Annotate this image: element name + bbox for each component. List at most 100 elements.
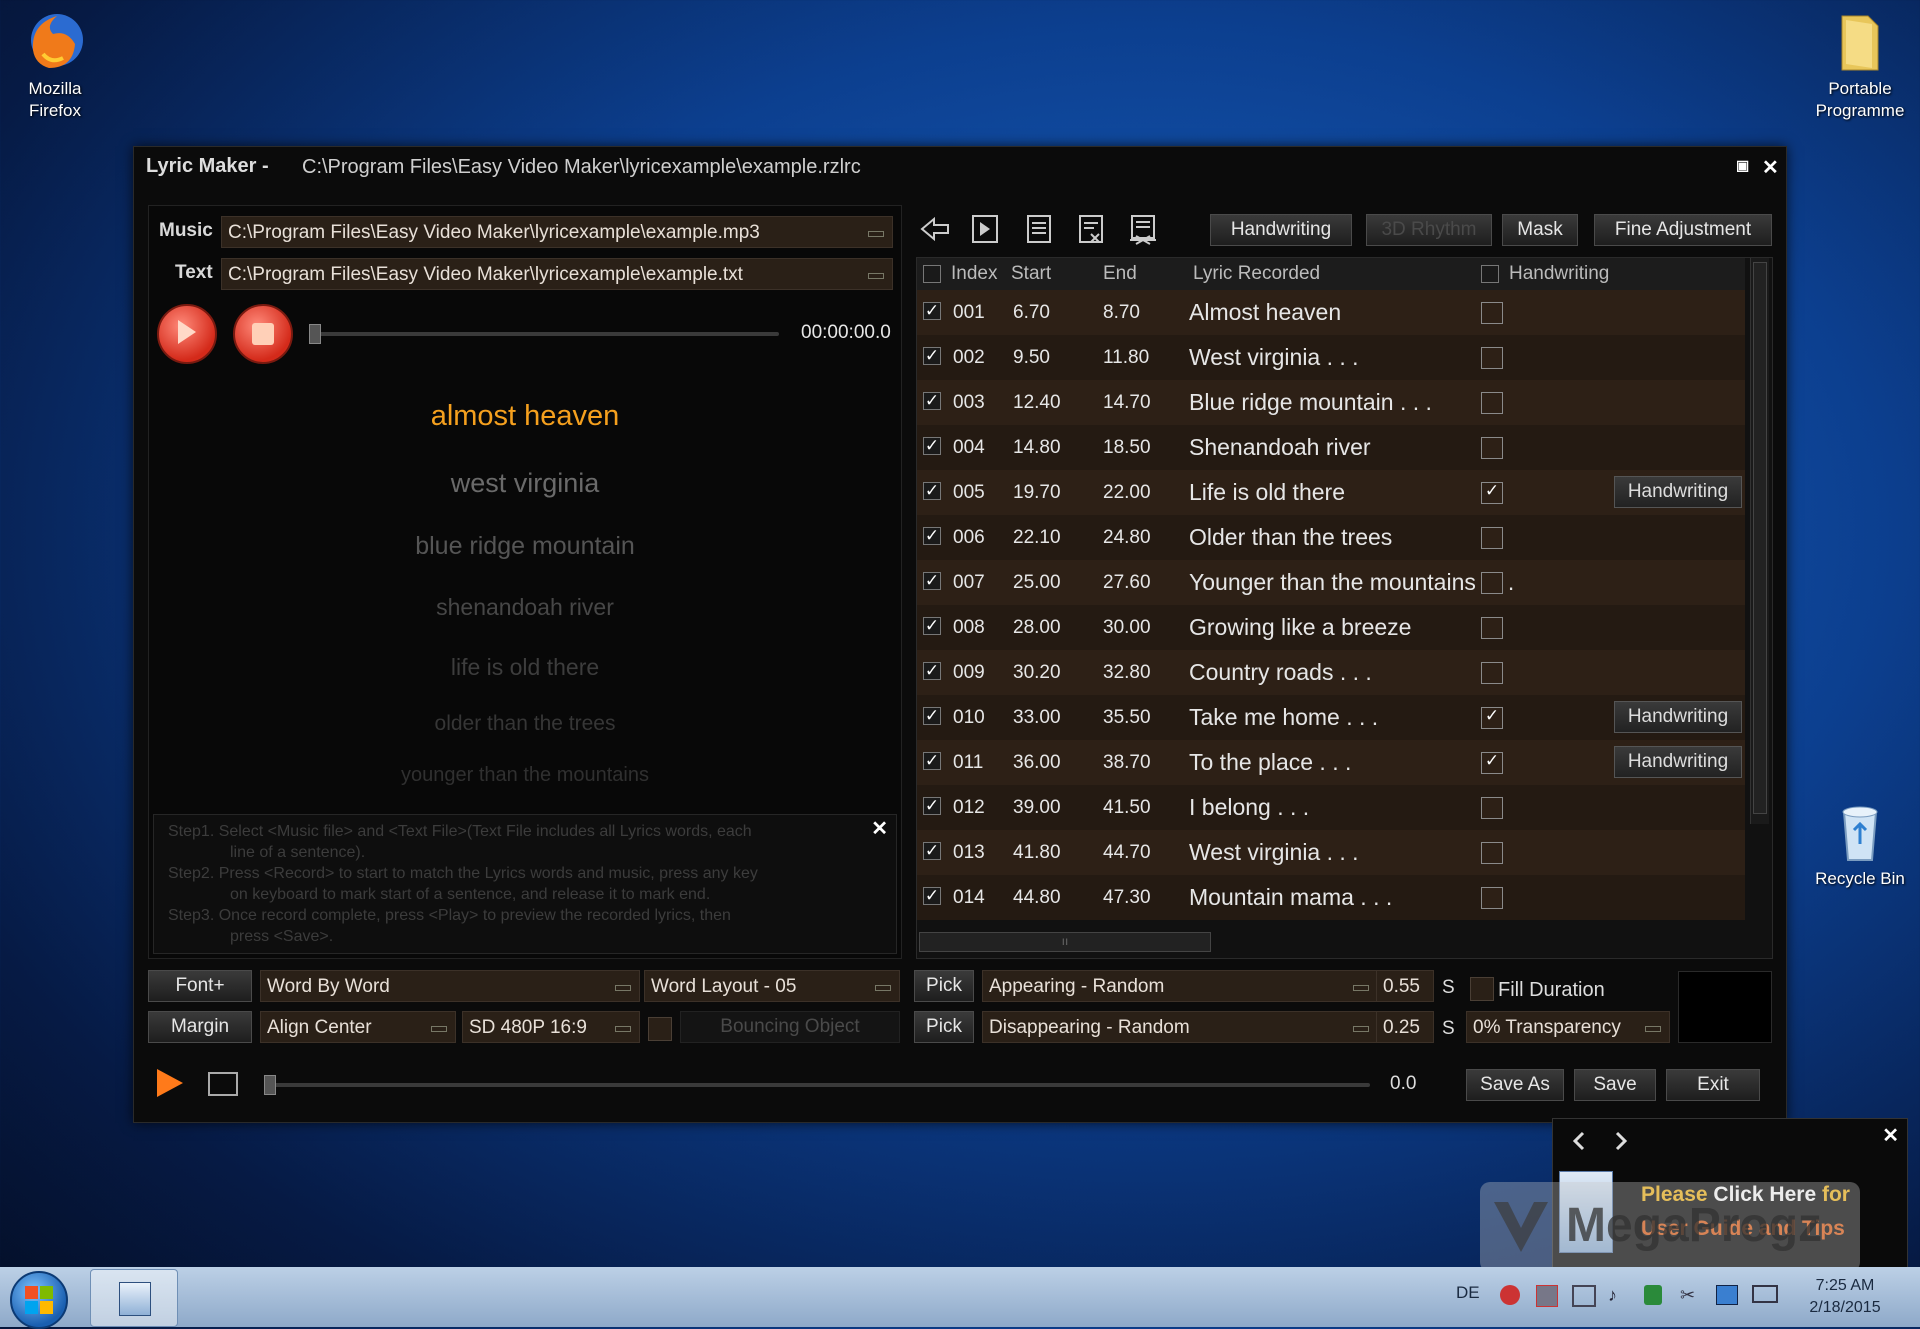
taskbar-app-lyric-maker[interactable]	[90, 1269, 178, 1327]
header-start[interactable]: Start	[1011, 263, 1051, 285]
fill-duration-checkbox[interactable]	[1470, 977, 1494, 1001]
insert-line-icon[interactable]	[1022, 212, 1056, 246]
table-row[interactable]: ✓ 004 14.80 18.50 Shenandoah river	[917, 425, 1745, 470]
row-lyric[interactable]: Take me home . . .	[1189, 704, 1378, 731]
row-checkbox[interactable]: ✓	[923, 752, 941, 770]
row-lyric[interactable]: Older than the trees	[1189, 524, 1392, 551]
row-start[interactable]: 39.00	[1013, 797, 1061, 819]
row-lyric[interactable]: I belong . . .	[1189, 794, 1309, 821]
preview-slider-thumb[interactable]	[309, 324, 321, 344]
row-start[interactable]: 14.80	[1013, 437, 1061, 459]
row-end[interactable]: 38.70	[1103, 752, 1151, 774]
row-end[interactable]: 11.80	[1103, 347, 1149, 369]
row-handwriting-checkbox[interactable]	[1481, 797, 1503, 819]
row-handwriting-button[interactable]: Handwriting	[1614, 746, 1742, 778]
promo-prev-icon[interactable]	[1567, 1129, 1591, 1153]
table-row[interactable]: ✓ 006 22.10 24.80 Older than the trees	[917, 515, 1745, 560]
row-end[interactable]: 27.60	[1103, 572, 1151, 594]
table-row[interactable]: ✓ 014 44.80 47.30 Mountain mama . . .	[917, 875, 1745, 920]
horizontal-scrollbar[interactable]: ıı	[919, 932, 1211, 952]
row-end[interactable]: 18.50	[1103, 437, 1151, 459]
row-checkbox[interactable]: ✓	[923, 662, 941, 680]
row-end[interactable]: 22.00	[1103, 482, 1151, 504]
appearing-effect-select[interactable]: Appearing - Random	[982, 970, 1378, 1002]
clock[interactable]: 7:25 AM 2/18/2015	[1780, 1275, 1910, 1319]
tray-monitor-icon[interactable]	[1716, 1285, 1738, 1305]
mask-button[interactable]: Mask	[1502, 214, 1578, 246]
row-start[interactable]: 9.50	[1013, 347, 1050, 369]
browse-music-icon[interactable]	[868, 231, 884, 237]
close-instructions-icon[interactable]: ✕	[871, 819, 888, 840]
close-window-button[interactable]: ✕	[1762, 155, 1779, 180]
row-start[interactable]: 30.20	[1013, 662, 1061, 684]
row-handwriting-checkbox[interactable]	[1481, 617, 1503, 639]
clear-all-icon[interactable]	[1126, 212, 1160, 246]
row-handwriting-checkbox[interactable]	[1481, 887, 1503, 909]
tray-record-icon[interactable]	[1500, 1285, 1520, 1305]
word-mode-select[interactable]: Word By Word	[260, 970, 640, 1002]
header-end[interactable]: End	[1103, 263, 1137, 285]
margin-button[interactable]: Margin	[148, 1011, 252, 1043]
table-row[interactable]: ✓ 005 19.70 22.00 Life is old there ✓ Handwrit…	[917, 470, 1745, 515]
row-checkbox[interactable]: ✓	[923, 392, 941, 410]
delete-line-icon[interactable]	[1074, 212, 1108, 246]
row-handwriting-checkbox[interactable]	[1481, 527, 1503, 549]
row-start[interactable]: 44.80	[1013, 887, 1061, 909]
tray-display-icon[interactable]	[1572, 1285, 1596, 1307]
row-start[interactable]: 12.40	[1013, 392, 1061, 414]
table-row[interactable]: ✓ 011 36.00 38.70 To the place . . . ✓ Handwri…	[917, 740, 1745, 785]
row-start[interactable]: 22.10	[1013, 527, 1061, 549]
vertical-scrollbar-thumb[interactable]	[1753, 262, 1767, 814]
handwriting-all-checkbox[interactable]	[1481, 265, 1499, 283]
tray-volume-icon[interactable]: ♪	[1608, 1285, 1617, 1306]
row-handwriting-checkbox[interactable]	[1481, 302, 1503, 324]
row-lyric[interactable]: Growing like a breeze	[1189, 614, 1411, 641]
firefox-desktop-icon[interactable]: Mozilla Firefox	[0, 10, 110, 122]
tray-tools-icon[interactable]: ✂	[1680, 1285, 1695, 1306]
row-end[interactable]: 32.80	[1103, 662, 1151, 684]
promo-next-icon[interactable]	[1609, 1129, 1633, 1153]
row-lyric[interactable]: West virginia . . .	[1189, 839, 1359, 866]
start-button[interactable]	[10, 1271, 68, 1329]
row-handwriting-checkbox[interactable]: ✓	[1481, 482, 1503, 504]
row-end[interactable]: 14.70	[1103, 392, 1151, 414]
align-select[interactable]: Align Center	[260, 1011, 456, 1043]
table-row[interactable]: ✓ 013 41.80 44.70 West virginia . . .	[917, 830, 1745, 875]
text-file-field[interactable]: C:\Program Files\Easy Video Maker\lyrice…	[221, 258, 893, 290]
row-lyric[interactable]: Mountain mama . . .	[1189, 884, 1392, 911]
row-checkbox[interactable]: ✓	[923, 617, 941, 635]
resolution-select[interactable]: SD 480P 16:9	[462, 1011, 640, 1043]
row-start[interactable]: 25.00	[1013, 572, 1061, 594]
table-row[interactable]: ✓ 010 33.00 35.50 Take me home . . . ✓ Handwri…	[917, 695, 1745, 740]
row-start[interactable]: 33.00	[1013, 707, 1061, 729]
row-checkbox[interactable]: ✓	[923, 842, 941, 860]
row-handwriting-checkbox[interactable]: ✓	[1481, 707, 1503, 729]
transparency-select[interactable]: 0% Transparency	[1466, 1011, 1670, 1043]
import-icon[interactable]	[968, 212, 1002, 246]
row-checkbox[interactable]: ✓	[923, 572, 941, 590]
row-handwriting-checkbox[interactable]	[1481, 437, 1503, 459]
save-button[interactable]: Save	[1574, 1069, 1656, 1101]
row-handwriting-button[interactable]: Handwriting	[1614, 476, 1742, 508]
header-lyric[interactable]: Lyric Recorded	[1193, 263, 1320, 285]
row-lyric[interactable]: To the place . . .	[1189, 749, 1351, 776]
row-checkbox[interactable]: ✓	[923, 797, 941, 815]
tray-network-error-icon[interactable]	[1536, 1285, 1558, 1307]
select-all-checkbox[interactable]	[923, 265, 941, 283]
word-layout-select[interactable]: Word Layout - 05	[644, 970, 900, 1002]
row-checkbox[interactable]: ✓	[923, 707, 941, 725]
row-checkbox[interactable]: ✓	[923, 347, 941, 365]
row-end[interactable]: 8.70	[1103, 302, 1140, 324]
row-checkbox[interactable]: ✓	[923, 482, 941, 500]
row-handwriting-checkbox[interactable]: ✓	[1481, 752, 1503, 774]
tray-security-icon[interactable]	[1644, 1285, 1662, 1305]
table-row[interactable]: ✓ 002 9.50 11.80 West virginia . . .	[917, 335, 1745, 380]
bouncing-object-checkbox[interactable]	[648, 1017, 672, 1041]
font-button[interactable]: Font+	[148, 970, 252, 1002]
table-row[interactable]: ✓ 008 28.00 30.00 Growing like a breeze	[917, 605, 1745, 650]
row-lyric[interactable]: Life is old there	[1189, 479, 1345, 506]
language-indicator[interactable]: DE	[1456, 1283, 1480, 1303]
row-end[interactable]: 24.80	[1103, 527, 1151, 549]
row-lyric[interactable]: Country roads . . .	[1189, 659, 1372, 686]
exit-button[interactable]: Exit	[1666, 1069, 1760, 1101]
